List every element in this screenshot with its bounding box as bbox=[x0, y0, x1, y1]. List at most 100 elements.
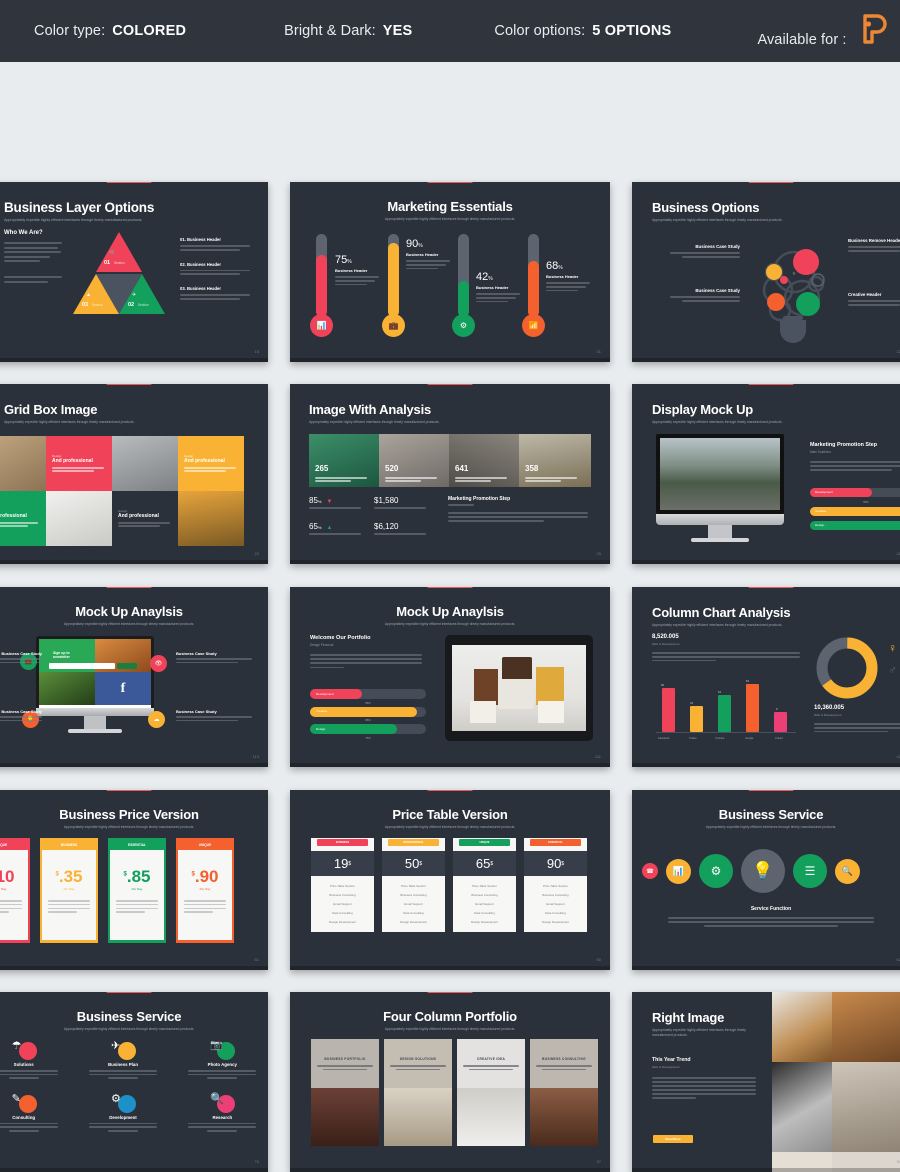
grid-tile-dark[interactable]: Design And professional bbox=[112, 491, 178, 546]
grid-tile-color[interactable]: Design And professional bbox=[46, 436, 112, 491]
floor-photo[interactable] bbox=[772, 1152, 832, 1172]
price-table-card[interactable]: UNIQUE 65 $ Price Table Section Business … bbox=[453, 838, 516, 932]
slide-grid-box-image[interactable]: Grid Box Image Appropriately expedite hi… bbox=[0, 384, 268, 564]
pen-icon: ✎ bbox=[11, 1092, 21, 1105]
slide-business-price-version[interactable]: Business Price Version Appropriately exp… bbox=[0, 790, 268, 970]
grid-tile-photo[interactable] bbox=[0, 436, 46, 491]
card-period: Per Day bbox=[131, 887, 143, 891]
slide-subtitle: Appropriately expedite highly efficient … bbox=[384, 1027, 516, 1031]
portfolio-column[interactable]: BUSINESS PORTFOLIO bbox=[311, 1039, 379, 1146]
bar-label: Creative bbox=[815, 509, 827, 514]
slide-page-number: 28 bbox=[896, 551, 900, 556]
slide-title: Display Mock Up bbox=[652, 402, 754, 417]
slide-marketing-essentials[interactable]: Marketing Essentials Appropriately exped… bbox=[290, 182, 610, 362]
image-card[interactable]: 358 bbox=[519, 434, 591, 487]
slide-column-chart-analysis[interactable]: Column Chart Analysis Appropriately expe… bbox=[632, 587, 900, 767]
portfolio-column[interactable]: CREATIVE IDEA bbox=[457, 1039, 525, 1146]
circle-layers[interactable]: ☰ bbox=[793, 854, 827, 888]
service-heading: Research bbox=[212, 1114, 233, 1120]
image-card[interactable]: 641 bbox=[449, 434, 519, 487]
desk-laptop-photo[interactable] bbox=[772, 992, 832, 1062]
grid-tile-photo[interactable] bbox=[178, 491, 244, 546]
price-table-card[interactable]: BUSINESS 19 $ Price Table Section Busines… bbox=[311, 838, 374, 932]
grid-tile-photo[interactable] bbox=[46, 491, 112, 546]
price-table-card[interactable]: ESSENTIAL 90 $ Price Table Section Busine… bbox=[524, 838, 587, 932]
guitar-player-photo[interactable] bbox=[832, 992, 900, 1062]
price-card[interactable]: ESSENTIAL $.85 Per Day bbox=[108, 838, 166, 943]
cone-icon: ▲ bbox=[86, 292, 91, 298]
service-item[interactable]: ⚙ Development bbox=[73, 1091, 172, 1132]
grid-tile-color[interactable]: Design And professional bbox=[178, 436, 244, 491]
slide-right-image[interactable]: Right Image Appropriately expedite highl… bbox=[632, 992, 900, 1172]
service-item[interactable]: ✈ Business Plan bbox=[73, 1038, 172, 1079]
column-heading: BUSINESS CONSULTING bbox=[542, 1057, 586, 1061]
slide-subtitle: Appropriately expedite highly efficient … bbox=[384, 825, 516, 829]
price-card[interactable]: UNIQUE $.90 Per Day bbox=[176, 838, 234, 943]
grid-tile-photo[interactable] bbox=[112, 436, 178, 491]
slide-business-options[interactable]: Business Options Appropriately expedite … bbox=[632, 182, 900, 362]
circle-phone[interactable]: ☎ bbox=[642, 863, 658, 879]
slide-subtitle: Appropriately expedite highly efficient … bbox=[4, 218, 143, 222]
column-heading: CREATIVE IDEA bbox=[476, 1057, 506, 1061]
service-grid: ☂ Solutions ✈ Business Plan 📷 Photo Agen… bbox=[0, 1038, 268, 1132]
slide-mock-up-analysis-tablet[interactable]: Mock Up Anaylsis Appropriately expedite … bbox=[290, 587, 610, 767]
card-tag: BUSINESS bbox=[60, 843, 78, 847]
slide-tab-nub bbox=[427, 587, 473, 588]
service-item[interactable]: ✎ Consulting bbox=[0, 1091, 73, 1132]
note-block: Marketing Promotion Step bbox=[448, 496, 592, 522]
wall-photo[interactable] bbox=[832, 1152, 900, 1172]
stat-unit: % bbox=[317, 525, 322, 530]
feature-item: Email Support bbox=[546, 901, 565, 906]
callout-heading: Business Case Study bbox=[695, 288, 740, 293]
money-block: $6,120 bbox=[374, 522, 426, 535]
slide-business-layer-options[interactable]: Business Layer Options Appropriately exp… bbox=[0, 182, 268, 362]
slide-business-service-circles[interactable]: Business Service Appropriately expedite … bbox=[632, 790, 900, 970]
service-item[interactable]: 📷 Photo Agency bbox=[173, 1038, 268, 1079]
list-item: 01. Business Header bbox=[180, 237, 252, 251]
spec-bar: Color type: COLORED Bright & Dark: YES C… bbox=[0, 0, 900, 62]
price-card[interactable]: UNIQUE $.10 Per Day bbox=[0, 838, 30, 943]
service-item[interactable]: 🔍 Research bbox=[173, 1091, 268, 1132]
feature-item: Data Consulting bbox=[403, 910, 424, 915]
bar-label: Design bbox=[316, 726, 326, 731]
circle-bulb[interactable]: 💡 bbox=[741, 849, 785, 893]
meter-heading: Business Header bbox=[406, 252, 439, 257]
circle-search[interactable]: 🔍 bbox=[835, 858, 860, 884]
child-photo[interactable] bbox=[832, 1062, 900, 1152]
slide-display-mock-up[interactable]: Display Mock Up Appropriately expedite h… bbox=[632, 384, 900, 564]
read-more-button[interactable]: Read More bbox=[653, 1135, 693, 1143]
badge-eye[interactable]: 👁 bbox=[150, 655, 167, 672]
spec-value: 5 OPTIONS bbox=[592, 23, 672, 39]
circle-gear[interactable]: ⚙ bbox=[699, 854, 733, 888]
feature-item: Design Development bbox=[400, 919, 427, 924]
price-table-row: BUSINESS 19 $ Price Table Section Busines… bbox=[311, 838, 587, 932]
image-card[interactable]: 265 bbox=[309, 434, 379, 487]
feature-item: Business Consulting bbox=[542, 893, 569, 898]
service-item[interactable]: ☂ Solutions bbox=[0, 1038, 73, 1079]
slide-price-table-version[interactable]: Price Table Version Appropriately expedi… bbox=[290, 790, 610, 970]
callout-heading: Business Case Study bbox=[176, 709, 217, 714]
slide-image-with-analysis[interactable]: Image With Analysis Appropriately expedi… bbox=[290, 384, 610, 564]
slide-mock-up-analysis-desktop[interactable]: Mock Up Anaylsis Appropriately expedite … bbox=[0, 587, 268, 767]
spec-value: COLORED bbox=[112, 23, 187, 39]
panel-text-block: Welcome Our Portfolio Design Personal bbox=[310, 635, 426, 669]
grid-tile-color[interactable]: Design And professional bbox=[0, 491, 46, 546]
slide-four-column-portfolio[interactable]: Four Column Portfolio Appropriately expe… bbox=[290, 992, 610, 1172]
portfolio-column[interactable]: BUSINESS CONSULTING bbox=[530, 1039, 598, 1146]
slide-tab-nub bbox=[106, 587, 152, 588]
feature-item: Price Table Section bbox=[472, 884, 497, 889]
chair-photo[interactable] bbox=[772, 1062, 832, 1152]
badge-cloud[interactable]: ☁ bbox=[148, 711, 165, 728]
slide-page-number: 62 bbox=[896, 957, 900, 962]
stat-top: 8,520.005 Web & Development bbox=[652, 634, 800, 662]
price-card[interactable]: BUSINESS $.35 Per Day bbox=[40, 838, 98, 943]
price-table-card[interactable]: PROFESSIONAL 50 $ Price Table Section Bus… bbox=[382, 838, 445, 932]
slide-business-service-icons[interactable]: Business Service Appropriately expedite … bbox=[0, 992, 268, 1172]
item-label: 01. Business Header bbox=[180, 237, 221, 242]
mountain-road-photo bbox=[660, 438, 780, 510]
portfolio-column[interactable]: DESIGN SOLUTIONS bbox=[384, 1039, 452, 1146]
service-heading: Consulting bbox=[12, 1114, 36, 1120]
callout-left-1: Business Case Study bbox=[666, 244, 740, 258]
image-card[interactable]: 520 bbox=[379, 434, 449, 487]
circle-bar-chart[interactable]: 📊 bbox=[666, 858, 691, 884]
